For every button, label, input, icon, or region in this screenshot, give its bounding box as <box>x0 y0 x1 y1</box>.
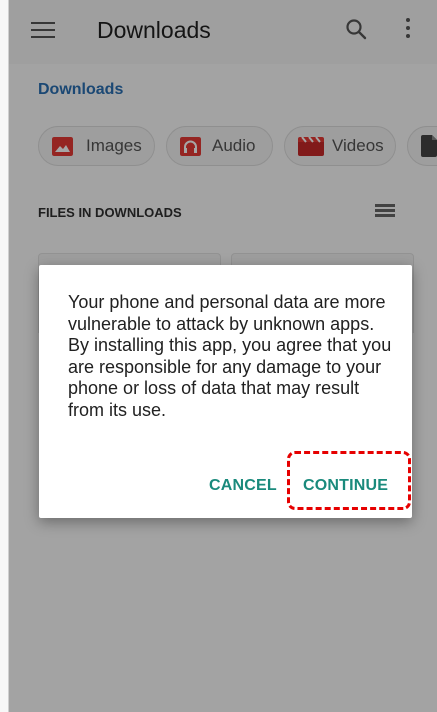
screen: Downloads Downloads Images Audio Videos … <box>8 0 437 712</box>
continue-highlight-box <box>287 451 411 510</box>
dialog-message: Your phone and personal data are more vu… <box>68 292 392 420</box>
cancel-button[interactable]: CANCEL <box>209 477 277 495</box>
